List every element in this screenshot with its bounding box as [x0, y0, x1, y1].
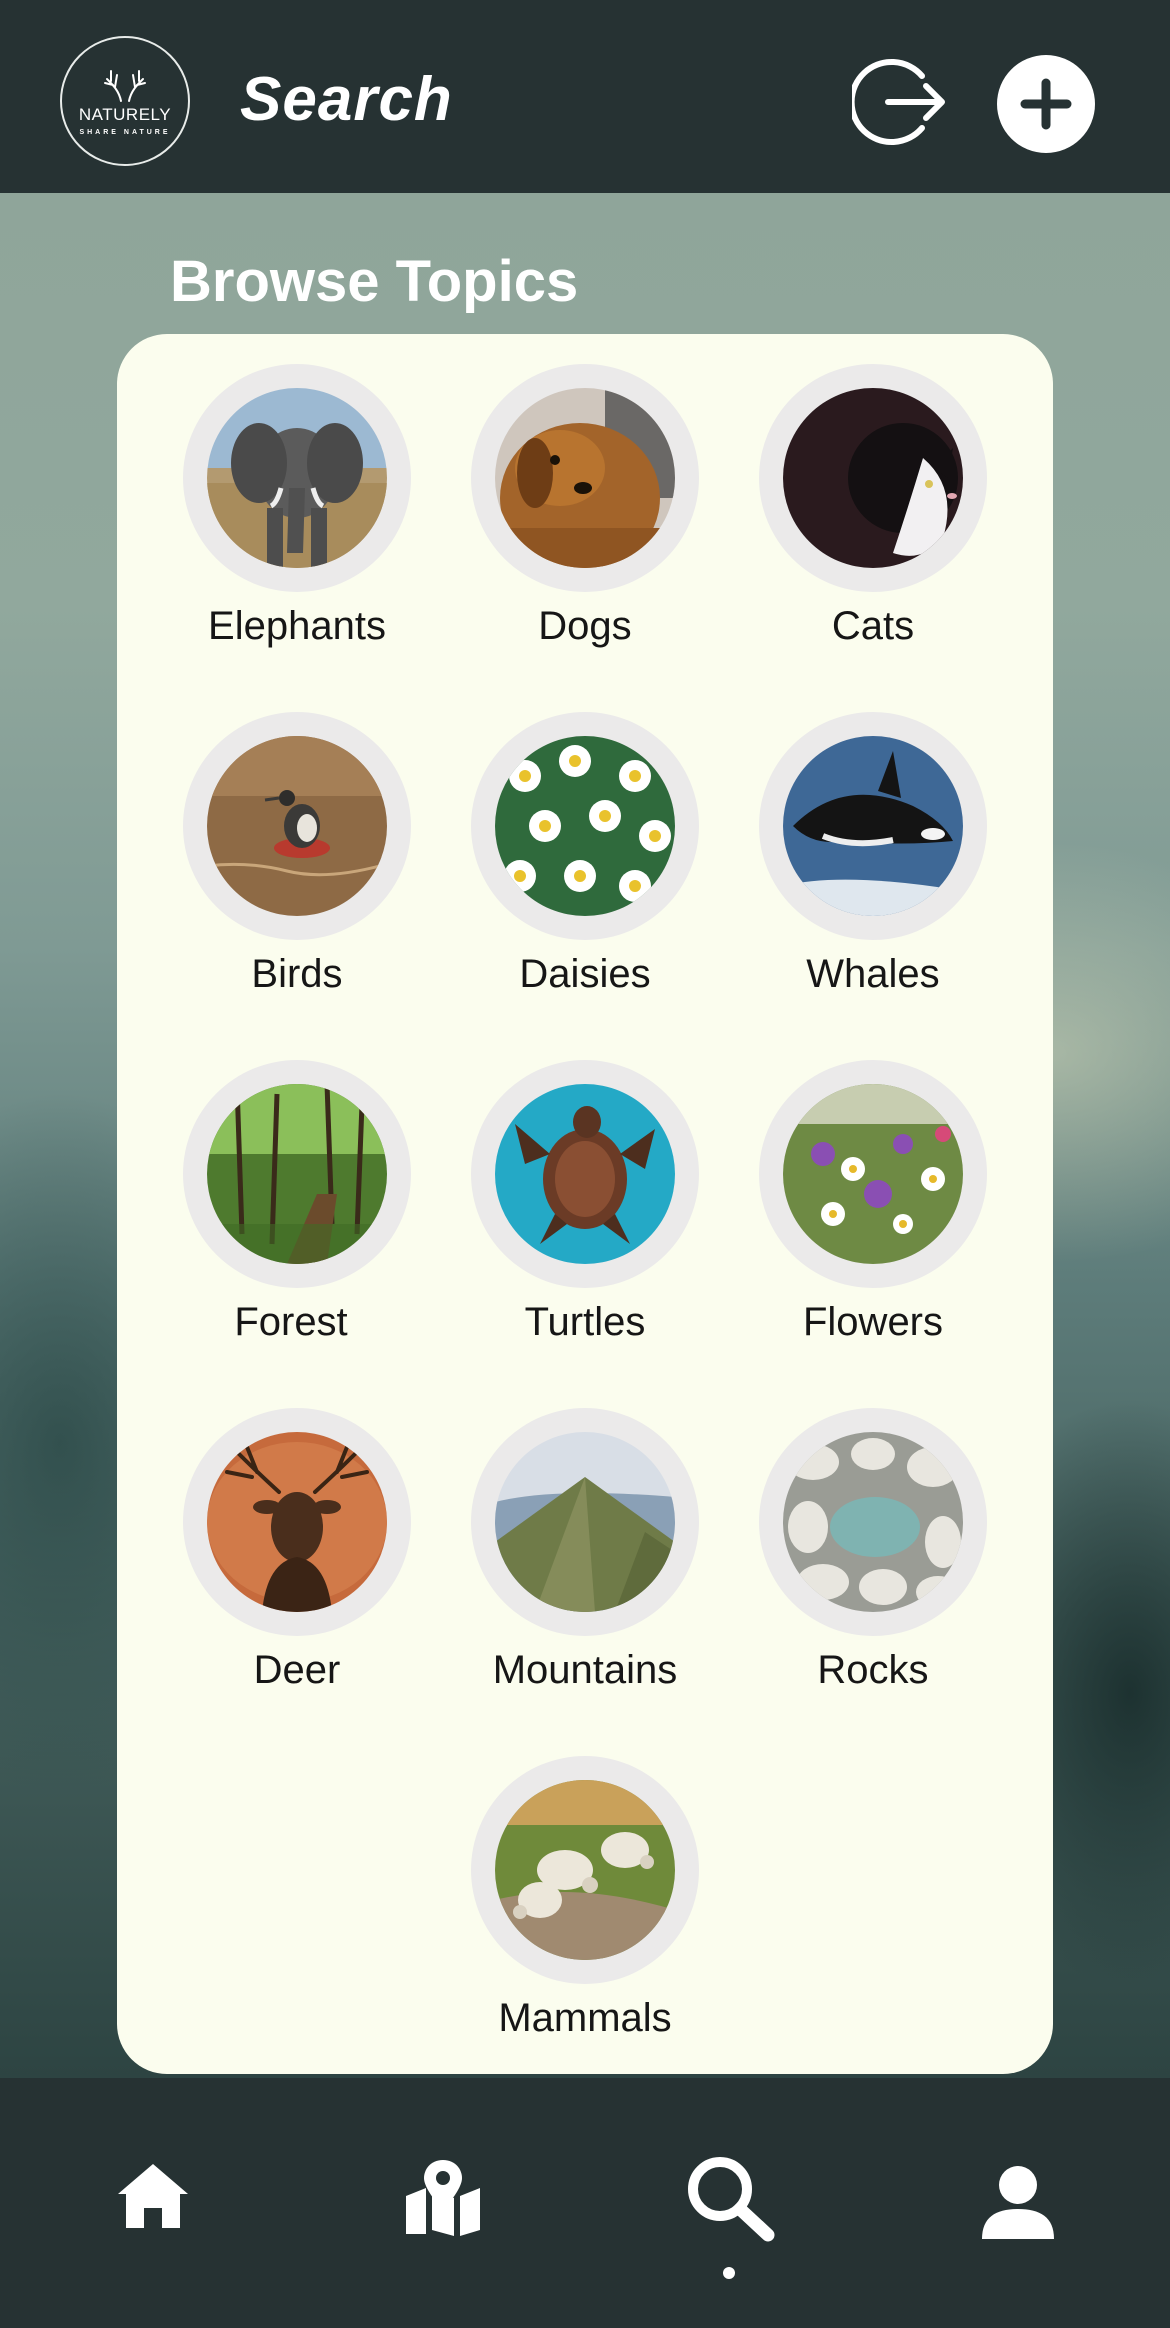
- mountain-photo: [495, 1432, 675, 1612]
- topic-image-ring: [183, 1408, 411, 1636]
- topic-label: Whales: [806, 952, 940, 996]
- topics-card: Elephants Dogs Cats Birds Daisies Whales…: [117, 334, 1053, 2074]
- elephant-photo: [207, 388, 387, 568]
- home-icon: [118, 2164, 188, 2228]
- topic-elephants[interactable]: Elephants: [117, 334, 411, 648]
- topic-image-ring: [471, 712, 699, 940]
- topic-birds[interactable]: Birds: [117, 682, 411, 996]
- topic-image-ring: [471, 1408, 699, 1636]
- logo-name: NATURELY: [78, 104, 172, 124]
- topic-forest[interactable]: Forest: [111, 1030, 411, 1344]
- topic-rocks[interactable]: Rocks: [693, 1378, 987, 1692]
- pebbles-photo: [783, 1432, 963, 1612]
- stag-photo: [207, 1432, 387, 1612]
- topic-image-ring: [471, 1756, 699, 1984]
- topic-cats[interactable]: Cats: [693, 334, 987, 648]
- user-icon: [982, 2166, 1054, 2239]
- wildflowers-photo: [783, 1084, 963, 1264]
- topic-label: Mammals: [498, 1996, 672, 2040]
- topic-daisies[interactable]: Daisies: [405, 682, 699, 996]
- topic-label: Rocks: [817, 1648, 929, 1692]
- dog-photo: [495, 388, 675, 568]
- topic-image-ring: [759, 1060, 987, 1288]
- topic-image-ring: [471, 364, 699, 592]
- search-icon: [688, 2157, 775, 2242]
- topic-mammals[interactable]: Mammals: [405, 1726, 699, 2040]
- bird-photo: [207, 736, 387, 916]
- add-post-button[interactable]: [997, 55, 1095, 153]
- topic-image-ring: [183, 1060, 411, 1288]
- topic-image-ring: [759, 364, 987, 592]
- naturely-logo: NATURELY SHARE NATURE: [60, 36, 190, 166]
- page-title: Search: [240, 65, 453, 134]
- antlers-icon: [104, 69, 146, 102]
- topic-image-ring: [183, 364, 411, 592]
- logo-tagline: SHARE NATURE: [79, 128, 171, 136]
- nav-search[interactable]: [684, 2153, 776, 2248]
- logout-arrow-icon: [848, 59, 945, 145]
- logout-button[interactable]: [848, 56, 948, 148]
- active-indicator: [723, 2267, 735, 2279]
- map-icon: [406, 2160, 480, 2236]
- topic-image-ring: [183, 712, 411, 940]
- nav-home[interactable]: [116, 2160, 190, 2235]
- sheep-photo: [495, 1780, 675, 1960]
- topic-deer[interactable]: Deer: [117, 1378, 411, 1692]
- browse-topics-heading: Browse Topics: [170, 249, 579, 314]
- cat-photo: [783, 388, 963, 568]
- nav-map[interactable]: [404, 2160, 482, 2241]
- topic-label: Flowers: [802, 1300, 944, 1344]
- topic-label: Cats: [831, 604, 915, 648]
- sea-turtle-photo: [495, 1084, 675, 1264]
- plus-icon: [1020, 78, 1072, 130]
- forest-photo: [207, 1084, 387, 1264]
- topic-image-ring: [759, 1408, 987, 1636]
- nav-profile[interactable]: [980, 2165, 1056, 2244]
- topic-image-ring: [759, 712, 987, 940]
- topic-flowers[interactable]: Flowers: [693, 1030, 987, 1344]
- top-bar: NATURELY SHARE NATURE Search: [0, 0, 1170, 193]
- topic-whales[interactable]: Whales: [693, 682, 987, 996]
- topic-image-ring: [471, 1060, 699, 1288]
- topic-turtles[interactable]: Turtles: [405, 1030, 699, 1344]
- topic-dogs[interactable]: Dogs: [405, 334, 699, 648]
- topic-mountains[interactable]: Mountains: [405, 1378, 699, 1692]
- daisies-photo: [495, 736, 675, 916]
- orca-photo: [783, 736, 963, 916]
